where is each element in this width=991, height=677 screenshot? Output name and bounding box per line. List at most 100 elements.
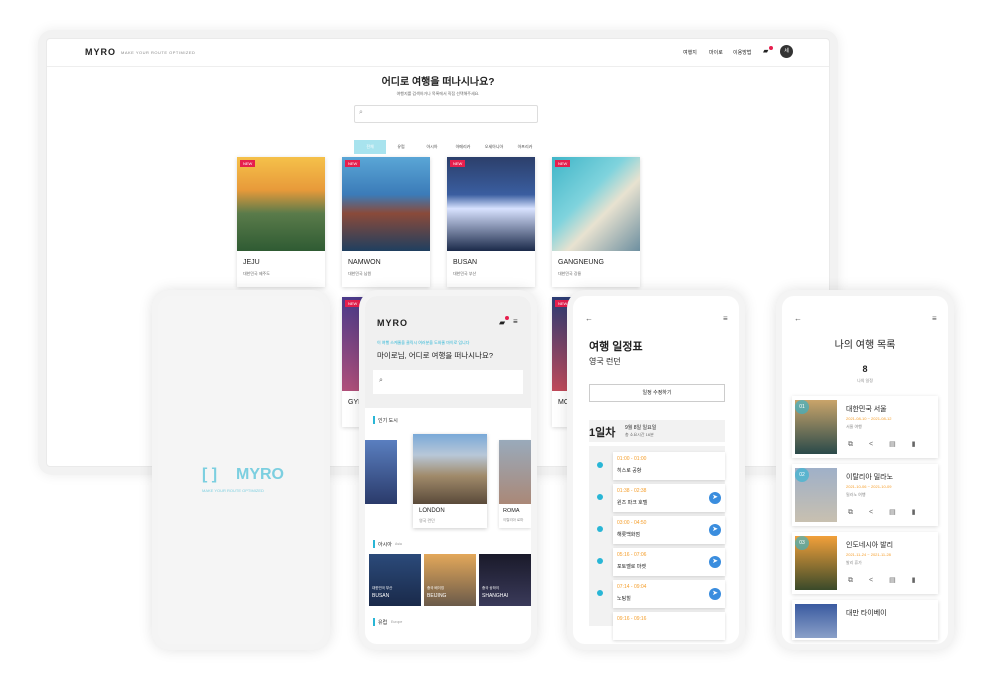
schedule-screen: ← ≡ 여행 일정표 영국 런던 일정 수정하기 1일차 9월 8일 일요일 총… (573, 296, 739, 644)
cart-icon[interactable]: ▰ (499, 318, 505, 327)
trip-title: 이탈리아 밀라노 (846, 474, 894, 481)
schedule-subtitle: 영국 런던 (589, 357, 621, 366)
notification-dot (769, 46, 773, 50)
filter-oceania[interactable]: 오세아니아 (478, 140, 510, 154)
share-icon[interactable]: < (869, 441, 889, 448)
memo-icon[interactable]: ▤ (889, 577, 912, 584)
navigation-icon[interactable]: ➤ (709, 556, 721, 568)
schedule-item[interactable]: 01:00 - 01:00 히스로 공항 (613, 452, 725, 480)
new-badge: NEW (240, 160, 256, 167)
filter-africa[interactable]: 아프리카 (509, 140, 541, 154)
trip-card[interactable]: 대만 타이베이 (792, 600, 938, 640)
city-card[interactable]: NEW NAMWON 대한민국 남원 (342, 157, 430, 287)
search-input[interactable]: ⌕ (354, 105, 538, 123)
schedule-item[interactable]: 01:38 - 02:38 윈즈 파크 호텔 ➤ (613, 484, 725, 512)
menu-icon[interactable]: ≡ (932, 314, 937, 323)
share-icon[interactable]: < (869, 577, 889, 584)
filter-europe[interactable]: 유럽 (385, 140, 417, 154)
trip-actions[interactable]: ⧉<▤▮ (848, 508, 932, 517)
copy-icon[interactable]: ⧉ (848, 509, 869, 516)
nav-destinations[interactable]: 여행지 (683, 49, 697, 56)
trash-icon[interactable]: ▮ (912, 509, 932, 516)
copy-icon[interactable]: ⧉ (848, 577, 869, 584)
memo-icon[interactable]: ▤ (889, 441, 912, 448)
trip-card[interactable]: 03 인도네시아 발리 2021-11-24 ~ 2021-11-28 발리 휴… (792, 532, 938, 594)
trash-icon[interactable]: ▮ (912, 441, 932, 448)
city-card[interactable]: NEW BUSAN 대한민국 부산 (447, 157, 535, 287)
roma-image (499, 440, 531, 504)
city-card[interactable]: NEW JEJU 대한민국 제주도 (237, 157, 325, 287)
trip-number: 03 (795, 536, 809, 550)
city-card-left[interactable] (365, 440, 397, 504)
new-badge: NEW (555, 160, 571, 167)
asia-city-card[interactable]: 대한민국 부산 BUSAN (369, 554, 421, 606)
filter-all[interactable]: 전체 (354, 140, 386, 154)
menu-icon[interactable]: ≡ (723, 314, 728, 323)
filter-asia[interactable]: 아시아 (416, 140, 448, 154)
home-logo[interactable]: MYRO (377, 318, 408, 328)
schedule-item[interactable]: 07:14 - 09:04 노팅힐 ➤ (613, 580, 725, 608)
search-icon: ⌕ (359, 109, 363, 116)
schedule-phone: ← ≡ 여행 일정표 영국 런던 일정 수정하기 1일차 9월 8일 일요일 총… (567, 290, 745, 650)
page-subtitle: 여행지를 검색하거나 목록에서 직접 선택해주세요. (396, 91, 480, 96)
trip-sub: 서울 여행 (846, 424, 862, 429)
trip-card[interactable]: 01 대한민국 서울 2021-08-10 ~ 2021-08-12 서울 여행… (792, 396, 938, 458)
edit-schedule-button[interactable]: 일정 수정하기 (589, 384, 725, 402)
day-total: 총 소요시간 16분 (625, 432, 654, 437)
home-notice: 이 여행 스케줄을 클릭시 여러분을 도와줄 마이로 입니다 (377, 340, 470, 345)
schedule-item[interactable]: 05:16 - 07:06 포토벨로 마켓 ➤ (613, 548, 725, 576)
navigation-icon[interactable]: ➤ (709, 492, 721, 504)
home-heading: 마이로님, 어디로 여행을 떠나시나요? (377, 351, 494, 360)
city-card-roma[interactable]: ROMA 이탈리아 로마 (499, 440, 531, 528)
navigation-icon[interactable]: ➤ (709, 524, 721, 536)
asia-label: 아시아 (378, 542, 392, 548)
asia-city-card[interactable]: 중국 베이징 BEIJING (424, 554, 476, 606)
memo-icon[interactable]: ▤ (889, 509, 912, 516)
city-card-london[interactable]: LONDON 영국 런던 (413, 434, 487, 528)
city-name: BEIJING (427, 593, 447, 599)
filter-america[interactable]: 아메리카 (447, 140, 479, 154)
splash-tagline: MAKE YOUR ROUTE OPTIMIZED (202, 488, 264, 493)
schedule-title: 여행 일정표 (589, 341, 643, 353)
avatar[interactable]: 세 (780, 45, 793, 58)
timeline: 01:00 - 01:00 히스로 공항 01:38 - 02:38 윈즈 파크 호… (589, 446, 725, 640)
trip-actions[interactable]: ⧉<▤▮ (848, 576, 932, 585)
schedule-item[interactable]: 09:16 - 09:16 (613, 612, 725, 640)
splash-phone: [ ] MYRO MAKE YOUR ROUTE OPTIMIZED (152, 290, 330, 650)
page-title: 어디로 여행을 떠나시나요? (381, 77, 495, 88)
schedule-item[interactable]: 03:00 - 04:50 해롯백화점 ➤ (613, 516, 725, 544)
nav-howto[interactable]: 이용방법 (733, 49, 751, 56)
item-place: 해롯백화점 (617, 532, 641, 538)
popular-label: 인기 도시 (378, 418, 398, 424)
trip-number: 01 (795, 400, 809, 414)
navigation-icon[interactable]: ➤ (709, 588, 721, 600)
city-name: LONDON (419, 508, 445, 514)
city-sub: 중국 상하이 (482, 586, 500, 590)
logo[interactable]: MYRO (85, 47, 116, 57)
top-navbar: MYRO MAKE YOUR ROUTE OPTIMIZED 여행지 마이로 이… (47, 39, 829, 67)
menu-icon[interactable]: ≡ (513, 317, 518, 326)
nav-myro[interactable]: 마이로 (709, 49, 723, 56)
city-card[interactable]: NEW GANGNEUNG 대한민국 강릉 (552, 157, 640, 287)
europe-label: 유럽 (378, 620, 388, 626)
trips-phone: ← ≡ 나의 여행 목록 8 나의 일정 01 대한민국 서울 2021-08-… (776, 290, 954, 650)
asia-city-card[interactable]: 중국 상하이 SHANGHAI (479, 554, 531, 606)
copy-icon[interactable]: ⧉ (848, 441, 869, 448)
search-icon: ⌕ (379, 377, 383, 384)
trip-sub: 밀라노 여행 (846, 492, 866, 497)
trip-card[interactable]: 02 이탈리아 밀라노 2021-10-06 ~ 2021-10-09 밀라노 … (792, 464, 938, 526)
day-label: 1일차 (589, 427, 616, 439)
search-input[interactable]: ⌕ (373, 370, 523, 394)
cart-icon[interactable]: ▰ (763, 47, 768, 55)
back-arrow-icon[interactable]: ← (585, 314, 593, 323)
item-time: 07:14 - 09:04 (617, 584, 647, 590)
trash-icon[interactable]: ▮ (912, 577, 932, 584)
trip-actions[interactable]: ⧉<▤▮ (848, 440, 932, 449)
share-icon[interactable]: < (869, 509, 889, 516)
item-time: 05:16 - 07:06 (617, 552, 647, 558)
asia-sub: Asia (395, 542, 402, 546)
item-place: 노팅힐 (617, 596, 631, 602)
back-arrow-icon[interactable]: ← (794, 314, 802, 323)
london-image (413, 434, 487, 504)
city-sub: 영국 런던 (419, 518, 435, 523)
